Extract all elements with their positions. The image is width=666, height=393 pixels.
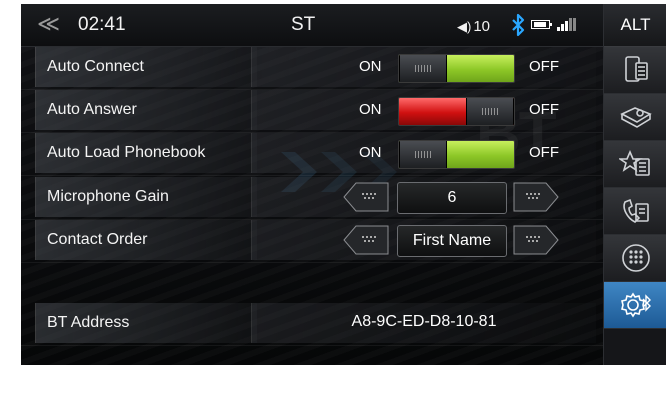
on-label: ON [359, 101, 382, 118]
setting-row-contact-order: Contact Order First Name [21, 220, 603, 263]
setting-row-auto-load-phonebook: Auto Load Phonebook ON OFF [21, 133, 603, 176]
contact-order-control: First Name [251, 220, 596, 260]
battery-icon [531, 20, 552, 29]
bt-address-value: A8-9C-ED-D8-10-81 [351, 313, 497, 330]
contact-order-next-button[interactable] [513, 225, 559, 255]
microphone-gain-increase-button[interactable] [513, 182, 559, 212]
setting-row-auto-connect: Auto Connect ON OFF [21, 47, 603, 90]
setting-row-auto-answer: Auto Answer ON OFF [21, 90, 603, 133]
speaker-icon: ◀) [457, 19, 472, 34]
volume-indicator: ◀) 10 [457, 17, 490, 37]
toggle-knob[interactable] [466, 98, 514, 125]
signal-strength-icon [557, 17, 577, 31]
call-history-icon [623, 198, 649, 223]
contact-order-label: Contact Order [35, 220, 257, 260]
microphone-gain-control: 6 [251, 177, 596, 217]
microphone-gain-value: 6 [397, 182, 507, 214]
bluetooth-icon [512, 13, 525, 37]
contacts-book-icon [620, 107, 652, 128]
on-label: ON [359, 144, 382, 161]
dialpad-icon [622, 244, 650, 272]
sidebar-bt-settings-button[interactable] [604, 282, 666, 329]
auto-connect-label: Auto Connect [35, 47, 257, 87]
microphone-gain-decrease-button[interactable] [343, 182, 389, 212]
contact-order-previous-button[interactable] [343, 225, 389, 255]
auto-connect-toggle[interactable] [398, 54, 515, 83]
microphone-gain-label: Microphone Gain [35, 177, 257, 217]
bluetooth-settings-icon [621, 292, 651, 318]
phone-device-icon [625, 56, 648, 82]
off-label: OFF [529, 144, 559, 161]
toggle-knob[interactable] [399, 55, 447, 82]
clock: 02:41 [78, 14, 126, 35]
sidebar-dialpad-button[interactable] [604, 235, 666, 282]
contact-order-value: First Name [397, 225, 507, 257]
favorites-list-icon [619, 149, 650, 176]
sidebar-call-history-button[interactable] [604, 188, 666, 235]
sidebar-favorites-button[interactable] [604, 141, 666, 188]
bt-address-label: BT Address [35, 303, 257, 343]
auto-connect-control: ON OFF [251, 47, 596, 87]
setting-row-microphone-gain: Microphone Gain 6 [21, 177, 603, 220]
auto-answer-label: Auto Answer [35, 90, 257, 130]
auto-load-phonebook-control: ON OFF [251, 133, 596, 173]
off-label: OFF [529, 58, 559, 75]
on-label: ON [359, 58, 382, 75]
off-label: OFF [529, 101, 559, 118]
auto-answer-toggle[interactable] [398, 97, 515, 126]
back-button[interactable]: ≪ [37, 13, 60, 35]
sidebar-contacts-button[interactable] [604, 94, 666, 141]
sidebar-phone-device-button[interactable] [604, 47, 666, 94]
auto-load-phonebook-label: Auto Load Phonebook [35, 133, 257, 173]
setting-row-bt-address: BT Address A8-9C-ED-D8-10-81 [21, 303, 603, 346]
bt-address-field: A8-9C-ED-D8-10-81 [251, 303, 596, 343]
right-sidebar: ALT [603, 4, 666, 365]
audio-source-label: ST [291, 14, 316, 35]
alt-button[interactable]: ALT [604, 4, 666, 47]
bt-settings-panel: BT Auto Connect ON OFF Auto Answer ON OF… [21, 47, 603, 365]
auto-answer-control: ON OFF [251, 90, 596, 130]
status-bar: ≪ 02:41 ST ◀) 10 [21, 4, 603, 47]
volume-level: 10 [473, 18, 491, 35]
head-unit-screen: ≪ 02:41 ST ◀)10 BT Auto Connect ON OFF [21, 4, 666, 365]
auto-load-phonebook-toggle[interactable] [398, 140, 515, 169]
toggle-knob[interactable] [399, 141, 447, 168]
